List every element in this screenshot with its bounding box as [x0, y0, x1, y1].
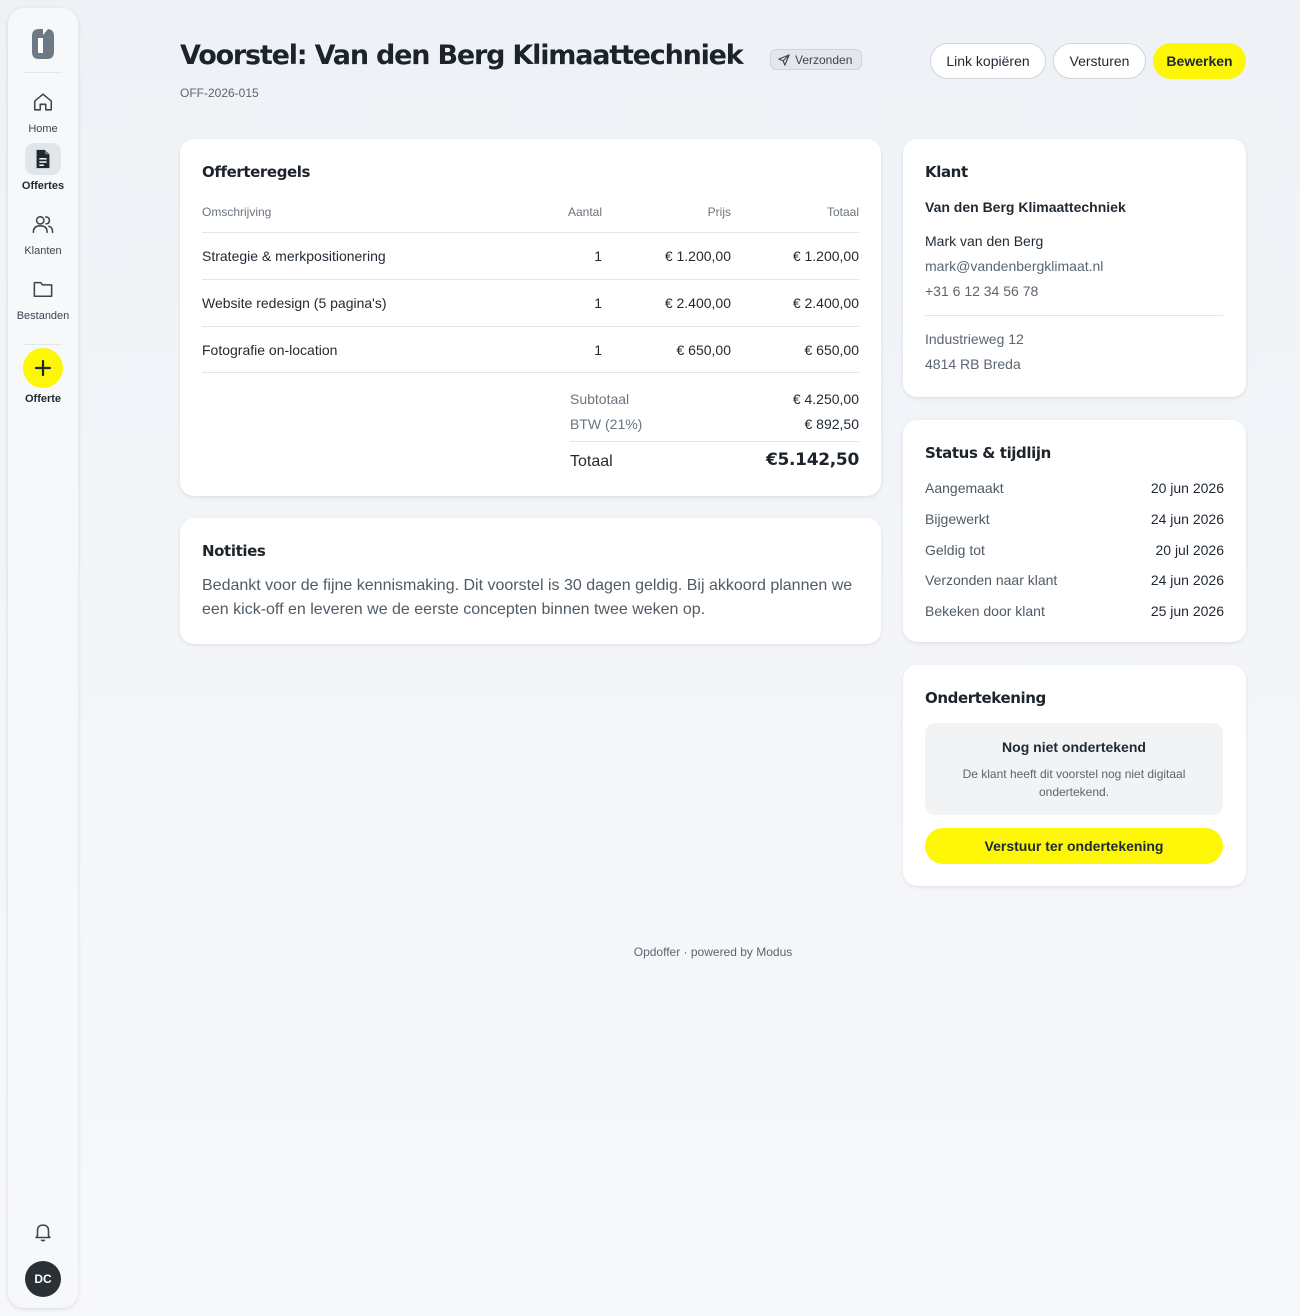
line-description: Strategie & merkpositionering: [202, 248, 386, 264]
sidebar-divider: [24, 344, 62, 345]
subtotal-value: € 4.250,00: [792, 391, 859, 407]
sidebar-item-label: Offertes: [21, 180, 65, 192]
client-contact-name: Mark van den Berg: [925, 233, 1044, 249]
timeline-title: Status & tijdlijn: [925, 444, 1051, 462]
total-divider: [570, 441, 859, 442]
sidebar-divider: [24, 72, 62, 73]
notes-title: Notities: [202, 542, 266, 560]
sidebar-item-label: Home: [28, 123, 58, 135]
client-company: Van den Berg Klimaattechniek: [925, 199, 1126, 215]
line-price: € 650,00: [676, 342, 732, 358]
vat-value: € 892,50: [804, 416, 860, 432]
client-email[interactable]: mark@vandenbergklimaat.nl: [925, 258, 1103, 274]
table-row: Website redesign (5 pagina's) 1 € 2.400,…: [202, 279, 859, 327]
client-street: Industrieweg 12: [925, 331, 1024, 347]
avatar[interactable]: DC: [25, 1261, 61, 1297]
offer-lines-title: Offerteregels: [202, 163, 311, 181]
timeline-event-date: 20 jul 2026: [1155, 542, 1224, 558]
line-price: € 1.200,00: [664, 248, 731, 264]
sidebar-item-label: Klanten: [24, 245, 62, 257]
timeline-event-date: 24 jun 2026: [1150, 572, 1224, 588]
sidebar-item-klanten[interactable]: Klanten: [8, 208, 78, 257]
signature-title: Ondertekening: [925, 689, 1046, 707]
line-quantity: 1: [594, 248, 602, 264]
line-total: € 1.200,00: [792, 248, 859, 264]
total-label: Totaal: [570, 453, 613, 470]
line-description: Fotografie on-location: [202, 342, 338, 358]
timeline-event-date: 24 jun 2026: [1150, 511, 1224, 527]
bell-icon[interactable]: [32, 1221, 54, 1243]
line-quantity: 1: [594, 295, 602, 311]
brand-logo-icon[interactable]: [29, 26, 57, 62]
timeline-event-label: Verzonden naar klant: [925, 572, 1058, 588]
timeline-event-label: Aangemaakt: [925, 480, 1004, 496]
line-quantity: 1: [594, 342, 602, 358]
status-badge: Verzonden: [770, 49, 863, 70]
timeline-event-label: Bijgewerkt: [925, 511, 990, 527]
client-card: Klant Van den Berg Klimaattechniek Mark …: [903, 139, 1246, 397]
send-button[interactable]: Versturen: [1053, 43, 1146, 79]
line-total: € 650,00: [804, 342, 860, 358]
sidebar-item-label: Bestanden: [16, 310, 70, 322]
signature-status-text: De klant heeft dit voorstel nog niet dig…: [962, 767, 1186, 799]
new-offerte-label: Offerte: [24, 393, 62, 405]
line-price: € 2.400,00: [664, 295, 731, 311]
offer-lines-card: Offerteregels Omschrijving Aantal Prijs …: [180, 139, 881, 496]
edit-button[interactable]: Bewerken: [1153, 43, 1246, 79]
subtotal-label: Subtotaal: [570, 391, 630, 407]
line-description: Website redesign (5 pagina's): [202, 295, 387, 311]
table-row: Strategie & merkpositionering 1 € 1.200,…: [202, 232, 859, 280]
sidebar-item-bestanden[interactable]: Bestanden: [8, 273, 78, 322]
timeline-event-date: 25 jun 2026: [1150, 603, 1224, 619]
sidebar: Home Offertes Klanten Bestanden Offerte …: [8, 8, 78, 1308]
page-title: Voorstel: Van den Berg Klimaattechniek: [180, 40, 744, 71]
plus-icon: [34, 359, 52, 377]
client-title: Klant: [925, 163, 968, 181]
footer-text: Opdoffer · powered by Modus: [633, 945, 793, 959]
signature-status-title: Nog niet ondertekend: [1002, 739, 1146, 755]
line-total: € 2.400,00: [792, 295, 859, 311]
client-city: 4814 RB Breda: [925, 356, 1021, 372]
notes-text: Bedankt voor de fijne kennismaking. Dit …: [202, 577, 853, 618]
document-icon: [25, 143, 61, 175]
sidebar-item-home[interactable]: Home: [8, 86, 78, 135]
new-offerte-button[interactable]: [23, 348, 63, 388]
column-header-total: Totaal: [826, 205, 859, 219]
send-for-signature-button[interactable]: Verstuur ter ondertekening: [925, 828, 1223, 864]
column-header-price: Prijs: [707, 205, 731, 219]
total-value: €5.142,50: [765, 450, 859, 470]
client-phone[interactable]: +31 6 12 34 56 78: [925, 283, 1038, 299]
sidebar-item-offertes[interactable]: Offertes: [8, 143, 78, 192]
table-row: Fotografie on-location 1 € 650,00 € 650,…: [202, 326, 859, 371]
notes-card: Notities Bedankt voor de fijne kennismak…: [180, 518, 881, 644]
timeline-event-date: 20 jun 2026: [1150, 480, 1224, 496]
timeline-event-label: Geldig tot: [925, 542, 985, 558]
status-badge-label: Verzonden: [795, 52, 853, 67]
users-icon: [25, 208, 61, 240]
folder-icon: [25, 273, 61, 305]
column-header-description: Omschrijving: [202, 205, 272, 219]
home-icon: [25, 86, 61, 118]
send-icon: [778, 53, 790, 66]
table-divider: [202, 372, 859, 373]
timeline-event-label: Bekeken door klant: [925, 603, 1045, 619]
offer-reference: OFF-2026-015: [180, 86, 259, 100]
signature-status-box: Nog niet ondertekend De klant heeft dit …: [925, 723, 1223, 815]
client-divider: [925, 315, 1223, 316]
signature-card: Ondertekening Nog niet ondertekend De kl…: [903, 665, 1246, 886]
column-header-quantity: Aantal: [567, 205, 602, 219]
copy-link-button[interactable]: Link kopiëren: [930, 43, 1046, 79]
timeline-card: Status & tijdlijn Aangemaakt 20 jun 2026…: [903, 420, 1246, 642]
vat-label: BTW (21%): [570, 416, 643, 432]
